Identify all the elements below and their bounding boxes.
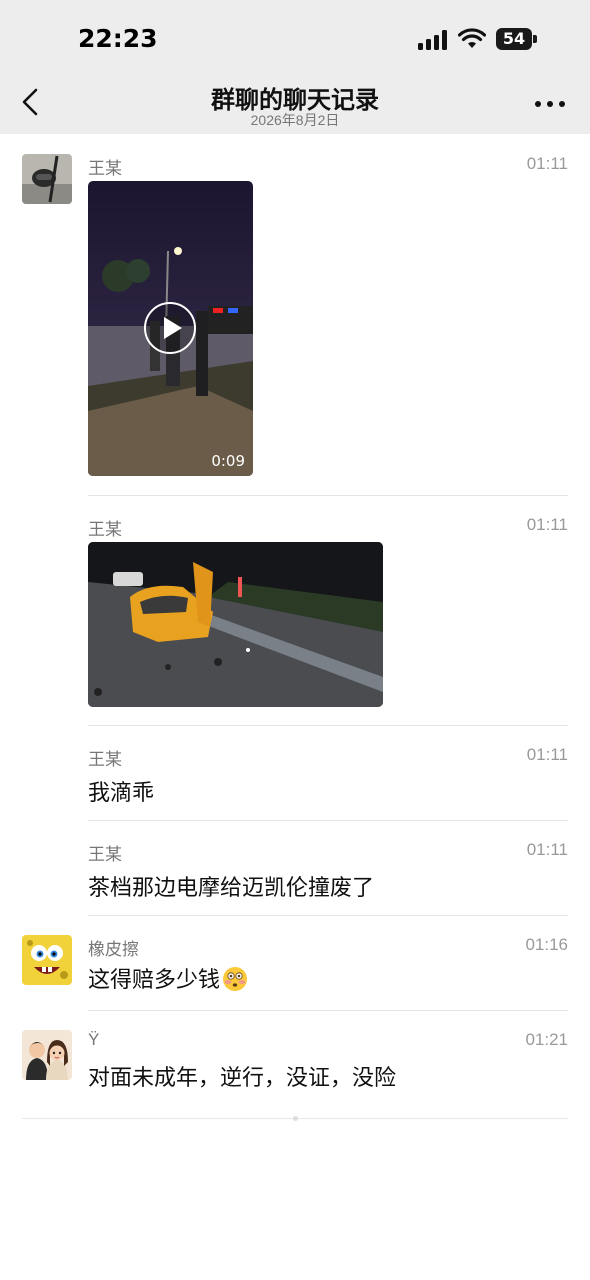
- end-dot: [293, 1116, 298, 1121]
- message-time: 01:11: [526, 745, 568, 764]
- more-horizontal-icon[interactable]: [530, 90, 570, 114]
- message-item: 橡皮擦 01:16 这得赔多少钱: [0, 915, 590, 1010]
- status-time: 22:23: [78, 24, 158, 53]
- battery-icon: 54: [496, 28, 532, 50]
- message-text: 茶档那边电摩给迈凯伦撞废了: [88, 875, 375, 900]
- message-time: 01:16: [525, 935, 568, 954]
- message-item: Ÿ 01:21 对面未成年，逆行，没证，没险: [0, 1010, 590, 1105]
- sender-name: 王某: [88, 845, 122, 864]
- battery-tip: [533, 35, 537, 43]
- signal-icon: [418, 30, 447, 50]
- photo-thumbnail[interactable]: [88, 542, 383, 707]
- play-icon[interactable]: [142, 300, 198, 356]
- message-item: 王某 01:11 茶档那边电摩给迈凯伦撞废了: [0, 820, 590, 915]
- video-thumbnail[interactable]: 0:09: [88, 181, 253, 476]
- message-text-row: 这得赔多少钱: [88, 962, 248, 994]
- message-text: 对面未成年，逆行，没证，没险: [88, 1065, 397, 1090]
- avatar[interactable]: [22, 154, 72, 204]
- flushed-face-icon: [223, 967, 248, 991]
- message-item: 王某 01:11 我滴乖: [0, 725, 590, 820]
- message-text: 我滴乖: [88, 780, 155, 805]
- status-bar: 22:23 54: [0, 0, 590, 70]
- message-time: 01:11: [526, 840, 568, 859]
- message-text: 这得赔多少钱: [88, 967, 221, 992]
- sender-name: 橡皮擦: [88, 940, 139, 959]
- sender-name: 王某: [88, 750, 122, 769]
- page-subtitle: 2026年8月2日: [250, 112, 340, 128]
- avatar[interactable]: [22, 935, 72, 985]
- sender-name: 王某: [88, 520, 122, 539]
- video-duration: 0:09: [211, 452, 245, 470]
- avatar[interactable]: [22, 1030, 72, 1080]
- sender-name: Ÿ: [88, 1030, 100, 1049]
- message-time: 01:11: [526, 154, 568, 173]
- wifi-icon: [458, 28, 486, 48]
- sender-name: 王某: [88, 159, 122, 178]
- message-time: 01:21: [525, 1030, 568, 1049]
- nav-bar: 群聊的聊天记录 2026年8月2日: [0, 70, 590, 134]
- message-time: 01:11: [526, 515, 568, 534]
